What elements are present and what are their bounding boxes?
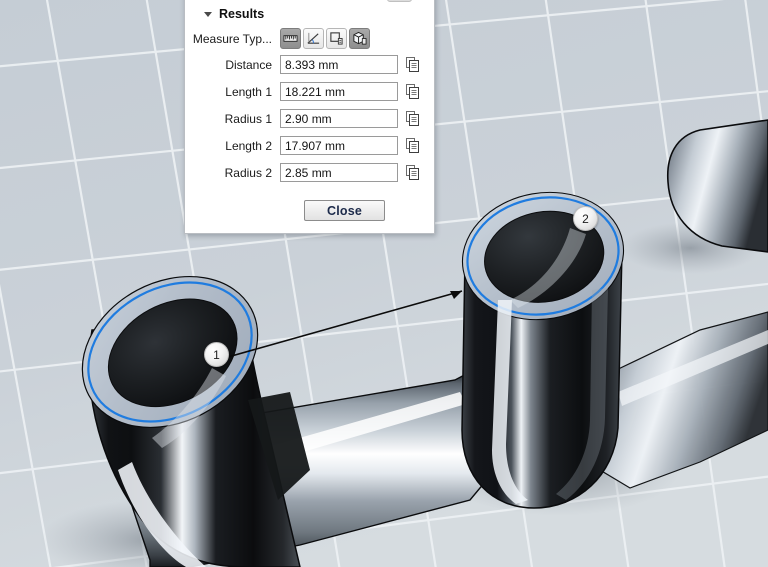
measure-type-label: Measure Typ...: [192, 31, 272, 46]
copy-icon: [405, 165, 419, 180]
copy-icon: [405, 111, 419, 126]
copy-icon: [405, 138, 419, 153]
chevron-down-icon: [204, 12, 212, 17]
clear-button[interactable]: [387, 0, 412, 2]
dialog-footer: Close: [185, 190, 434, 223]
measure-type-area-button[interactable]: [326, 28, 347, 49]
copy-icon: [405, 84, 419, 99]
copy-length-2-button[interactable]: [405, 138, 420, 154]
copy-distance-button[interactable]: [405, 57, 420, 73]
copy-icon: [405, 57, 419, 72]
result-fields: Distance Length 1: [185, 55, 434, 182]
face-area-icon: [330, 32, 343, 45]
measure-type-group: [280, 28, 370, 49]
measure-callout-1[interactable]: 1: [204, 342, 229, 367]
length-2-value-input[interactable]: [280, 136, 398, 155]
field-row-radius-2: Radius 2: [185, 163, 434, 182]
radius-1-value-input[interactable]: [280, 109, 398, 128]
copy-length-1-button[interactable]: [405, 84, 420, 100]
field-row-distance: Distance: [185, 55, 434, 74]
radius-2-label: Radius 2: [224, 165, 272, 180]
measure-type-angle-button[interactable]: [303, 28, 324, 49]
angle-icon: [307, 32, 320, 44]
measure-type-row: Measure Typ...: [185, 26, 434, 55]
distance-value-input[interactable]: [280, 55, 398, 74]
length-1-label: Length 1: [225, 84, 272, 99]
measure-type-distance-button[interactable]: [280, 28, 301, 49]
results-section-header[interactable]: Results: [185, 4, 434, 26]
length-2-label: Length 2: [225, 138, 272, 153]
close-button[interactable]: Close: [304, 200, 385, 221]
callout-1-label: 1: [213, 347, 220, 362]
field-row-length-1: Length 1: [185, 82, 434, 101]
measure-dialog: Clear Results Measure Typ...: [184, 0, 435, 234]
application-window: 1 2 Clear Results Measure Typ...: [0, 0, 768, 567]
measure-callout-2[interactable]: 2: [573, 206, 598, 231]
radius-2-value-input[interactable]: [280, 163, 398, 182]
radius-1-label: Radius 1: [224, 111, 272, 126]
field-row-length-2: Length 2: [185, 136, 434, 155]
field-row-radius-1: Radius 1: [185, 109, 434, 128]
callout-2-label: 2: [582, 211, 589, 226]
solid-body-icon: [353, 31, 367, 45]
ruler-icon: [283, 35, 298, 42]
results-header-label: Results: [219, 7, 265, 21]
copy-radius-2-button[interactable]: [405, 165, 420, 181]
copy-radius-1-button[interactable]: [405, 111, 420, 127]
length-1-value-input[interactable]: [280, 82, 398, 101]
tube-right[interactable]: [452, 180, 633, 509]
measure-type-volume-button[interactable]: [349, 28, 370, 49]
distance-label: Distance: [225, 57, 272, 72]
